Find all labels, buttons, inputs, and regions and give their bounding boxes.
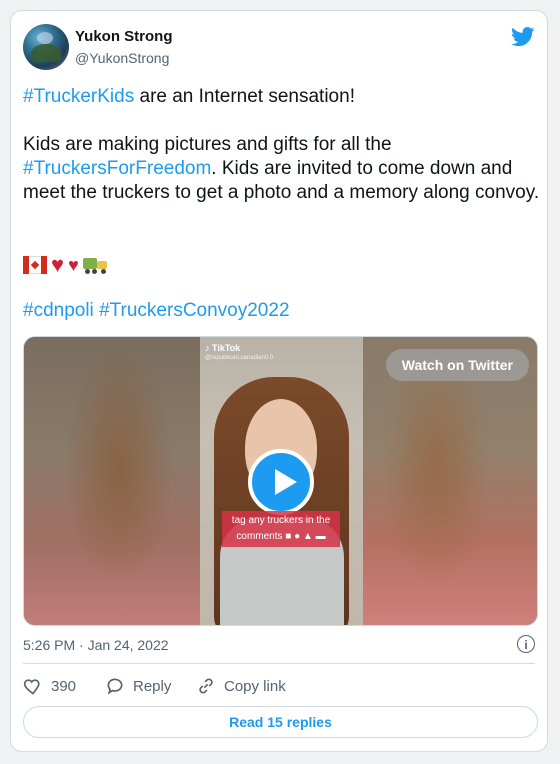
hashtag-truckersconvoy2022[interactable]: #TruckersConvoy2022 <box>99 300 289 321</box>
reply-icon <box>107 678 123 695</box>
tweet-para2-text-a: Kids are making pictures and gifts for a… <box>23 134 392 155</box>
red-heart-icon: ♥ <box>51 252 65 277</box>
hashtag-cdnpoli[interactable]: #cdnpoli <box>23 300 94 321</box>
avatar[interactable] <box>23 24 69 70</box>
divider <box>23 663 535 664</box>
reply-button[interactable]: Reply <box>105 675 171 697</box>
tweet-card: Yukon Strong @YukonStrong #TruckerKids a… <box>10 10 548 752</box>
info-icon[interactable]: i <box>517 635 535 653</box>
tweet-line1-text: are an Internet sensation! <box>134 86 355 107</box>
like-button[interactable]: 390 <box>23 675 76 697</box>
copy-link-button[interactable]: Copy link <box>196 675 286 697</box>
video-caption: tag any truckers in the comments ■ ● ▲ ▬ <box>222 511 340 547</box>
play-button[interactable] <box>248 449 314 515</box>
truck-icon <box>82 255 109 275</box>
like-count: 390 <box>51 677 77 695</box>
tweet-timestamp[interactable]: 5:26 PM · Jan 24, 2022 <box>23 637 169 653</box>
copy-link-label: Copy link <box>224 677 286 695</box>
video-caption-line1: tag any truckers in the <box>231 515 331 526</box>
video-blur-left <box>24 337 200 625</box>
read-replies-button[interactable]: Read 15 replies <box>23 706 538 738</box>
link-icon <box>199 678 213 694</box>
reply-label: Reply <box>133 677 172 695</box>
twitter-bird-icon[interactable] <box>511 27 535 47</box>
canada-flag-icon <box>23 256 47 274</box>
tiktok-logo: ♪ TikTok <box>205 343 241 353</box>
video-caption-line2: comments ■ ● ▲ ▬ <box>236 531 326 542</box>
tiktok-username: @republican.canadian0.0 <box>205 355 274 361</box>
hashtags: #cdnpoli #TruckersConvoy2022 <box>23 299 290 323</box>
user-name[interactable]: Yukon Strong <box>75 28 173 45</box>
two-hearts-icon: ♥ <box>68 255 79 275</box>
emoji-row: ♥ ♥ <box>23 253 109 277</box>
video-player[interactable]: ♪ TikTok @republican.canadian0.0 Watch o… <box>23 336 538 626</box>
user-handle[interactable]: @YukonStrong <box>75 50 169 66</box>
tweet-text: #TruckerKids are an Internet sensation! … <box>23 85 543 205</box>
hashtag-truckerkids[interactable]: #TruckerKids <box>23 86 134 107</box>
heart-icon <box>23 679 40 695</box>
watch-on-twitter-button[interactable]: Watch on Twitter <box>385 349 529 381</box>
hashtag-truckersforfreedom[interactable]: #TruckersForFreedom <box>23 158 211 179</box>
